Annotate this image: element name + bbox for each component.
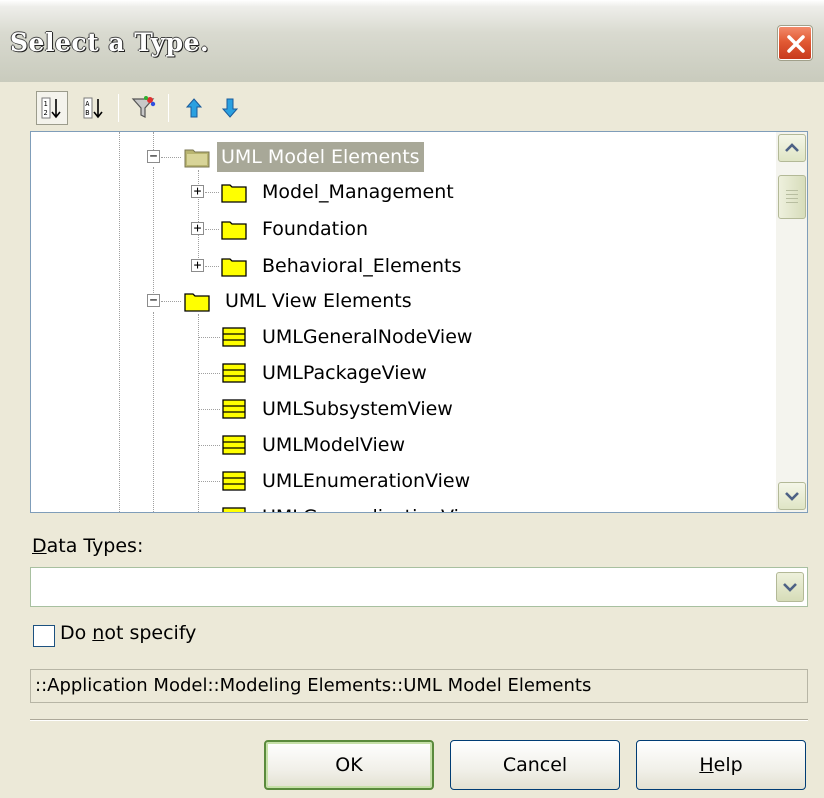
class-icon bbox=[222, 363, 246, 383]
tree-node-uml-model-elements[interactable]: UML Model Elements bbox=[217, 142, 424, 172]
chevron-up-icon bbox=[785, 143, 799, 152]
data-types-dropdown-button[interactable] bbox=[776, 572, 804, 602]
move-up-button[interactable] bbox=[178, 91, 210, 125]
title-bar[interactable]: Select a Type. bbox=[0, 0, 824, 82]
separator bbox=[30, 719, 808, 721]
class-icon bbox=[222, 399, 246, 419]
tree-node-foundation[interactable]: Foundation bbox=[258, 214, 372, 244]
move-down-button[interactable] bbox=[214, 91, 246, 125]
arrow-down-icon bbox=[221, 98, 239, 118]
class-icon bbox=[222, 471, 246, 491]
class-icon bbox=[222, 327, 246, 347]
data-types-label: Data Types: bbox=[32, 535, 144, 557]
tree-node-uml-package-view[interactable]: UMLPackageView bbox=[258, 358, 431, 388]
do-not-specify-checkbox[interactable] bbox=[33, 625, 55, 647]
sort-by-category-button[interactable]: 1 2 bbox=[36, 91, 68, 125]
expand-toggle[interactable]: + bbox=[191, 222, 204, 235]
arrow-up-icon bbox=[185, 98, 203, 118]
scroll-up-button[interactable] bbox=[778, 134, 806, 162]
tree-node-behavioral-elements[interactable]: Behavioral_Elements bbox=[258, 251, 465, 281]
toolbar: 1 2 A B bbox=[32, 91, 292, 127]
close-icon bbox=[787, 35, 805, 53]
class-icon bbox=[222, 507, 246, 512]
cancel-button[interactable]: Cancel bbox=[450, 740, 620, 790]
ok-button[interactable]: OK bbox=[264, 740, 434, 790]
data-types-combobox[interactable] bbox=[30, 567, 808, 607]
svg-text:B: B bbox=[85, 109, 89, 117]
folder-icon bbox=[221, 258, 247, 277]
sort-numeric-icon: 1 2 bbox=[41, 97, 61, 119]
expand-toggle[interactable]: + bbox=[191, 185, 204, 198]
chevron-down-icon bbox=[783, 583, 797, 592]
svg-text:1: 1 bbox=[44, 100, 48, 108]
selected-type-path: ::Application Model::Modeling Elements::… bbox=[30, 669, 808, 703]
folder-icon bbox=[221, 221, 247, 240]
collapse-toggle[interactable]: − bbox=[147, 294, 160, 307]
dialog-title: Select a Type. bbox=[10, 28, 210, 57]
close-button[interactable] bbox=[777, 25, 813, 61]
do-not-specify-label[interactable]: Do not specify bbox=[60, 622, 196, 644]
tree-node-uml-view-elements[interactable]: UML View Elements bbox=[221, 286, 416, 316]
tree-node-uml-subsystem-view[interactable]: UMLSubsystemView bbox=[258, 394, 457, 424]
filter-button[interactable] bbox=[128, 91, 160, 125]
sort-alpha-icon: A B bbox=[83, 97, 103, 119]
type-tree[interactable]: − UML Model Elements + Model_Management … bbox=[30, 131, 808, 513]
tree-scrollbar[interactable] bbox=[776, 132, 807, 512]
tree-node-uml-generalization-view[interactable]: UMLGeneralizationView bbox=[258, 502, 490, 512]
tree-node-model-management[interactable]: Model_Management bbox=[258, 177, 458, 207]
tree-node-uml-model-view[interactable]: UMLModelView bbox=[258, 430, 409, 460]
folder-icon bbox=[184, 293, 210, 312]
class-icon bbox=[222, 435, 246, 455]
help-button[interactable]: Help bbox=[636, 740, 806, 790]
sort-alphabetical-button[interactable]: A B bbox=[78, 91, 110, 125]
tree-node-uml-general-node-view[interactable]: UMLGeneralNodeView bbox=[258, 322, 476, 352]
scroll-thumb[interactable] bbox=[778, 175, 806, 219]
tree-content: − UML Model Elements + Model_Management … bbox=[31, 132, 775, 512]
chevron-down-icon bbox=[785, 492, 799, 501]
folder-icon bbox=[221, 184, 247, 203]
svg-text:2: 2 bbox=[44, 109, 48, 117]
select-type-dialog: Select a Type. 1 2 A B − UML Model Eleme… bbox=[0, 0, 824, 798]
collapse-toggle[interactable]: − bbox=[147, 150, 160, 163]
folder-open-icon bbox=[184, 149, 210, 168]
scroll-down-button[interactable] bbox=[778, 482, 806, 510]
expand-toggle[interactable]: + bbox=[191, 259, 204, 272]
tree-node-uml-enumeration-view[interactable]: UMLEnumerationView bbox=[258, 466, 474, 496]
filter-icon bbox=[131, 96, 156, 118]
